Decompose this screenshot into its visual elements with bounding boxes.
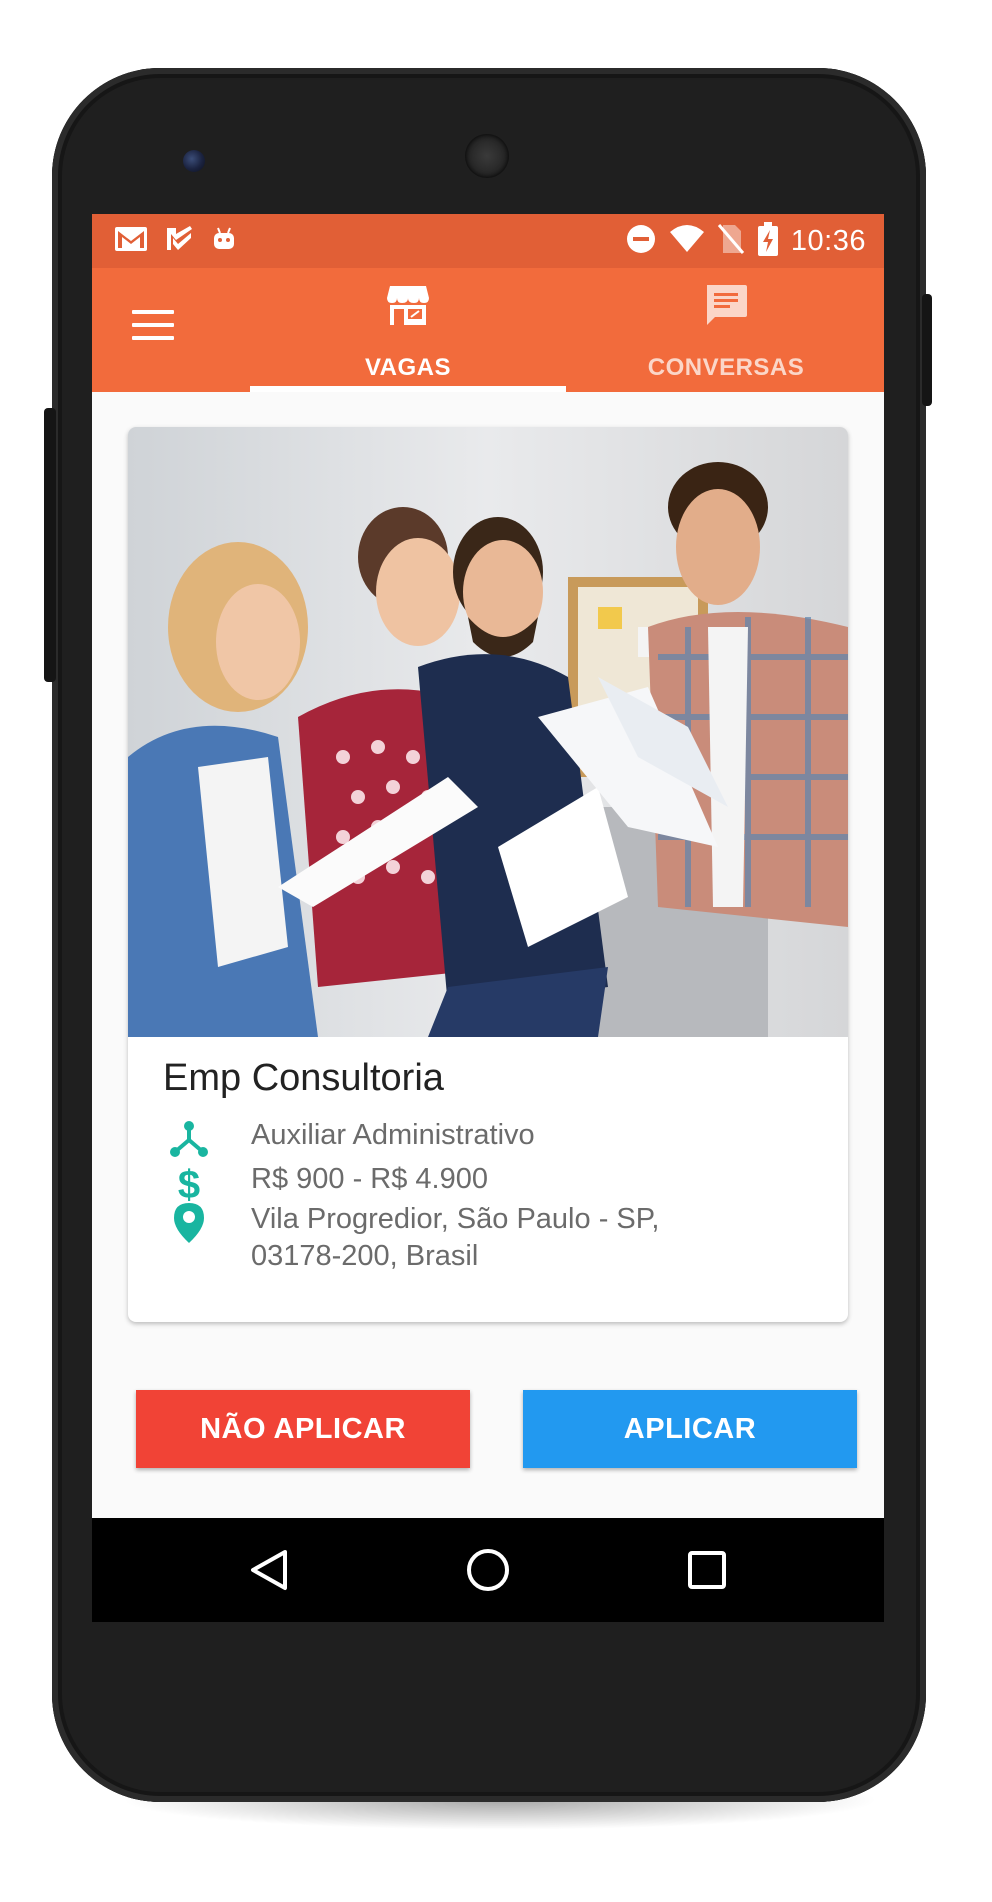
do-not-disturb-icon — [625, 223, 657, 260]
address-line-2: 03178-200, Brasil — [251, 1240, 479, 1272]
svg-text:$: $ — [178, 1163, 200, 1204]
address-line-1: Vila Progredior, São Paulo - SP, — [251, 1203, 660, 1235]
wifi-icon — [669, 224, 705, 259]
hierarchy-icon — [163, 1117, 215, 1161]
hamburger-menu-icon[interactable] — [132, 310, 174, 344]
location-pin-icon — [163, 1201, 215, 1245]
team-meeting-photo — [128, 427, 848, 1037]
no-sim-icon — [717, 223, 745, 260]
dollar-icon: $ — [163, 1161, 215, 1205]
android-icon — [210, 225, 238, 258]
battery-charging-icon — [757, 222, 779, 261]
tab-vagas-label: VAGAS — [364, 354, 452, 381]
reject-button[interactable]: NÃO APLICAR — [136, 1390, 470, 1468]
salary-row: $ R$ 900 - R$ 4.900 — [163, 1161, 488, 1205]
tab-conversas[interactable]: CONVERSAS — [568, 268, 884, 392]
company-name: Emp Consultoria — [163, 1057, 444, 1099]
address-row: Vila Progredior, São Paulo - SP, 03178-2… — [163, 1201, 659, 1272]
system-nav-bar — [92, 1518, 884, 1622]
front-camera — [183, 150, 205, 172]
address: Vila Progredior, São Paulo - SP, 03178-2… — [251, 1201, 659, 1275]
gmail-icon — [114, 226, 148, 257]
recents-icon[interactable] — [677, 1540, 737, 1600]
earpiece-speaker — [465, 134, 509, 178]
back-icon[interactable] — [239, 1540, 299, 1600]
job-card[interactable]: Emp Consultoria Auxiliar Administrativo … — [128, 427, 848, 1322]
tab-vagas[interactable]: VAGAS — [250, 268, 566, 392]
volume-button — [44, 408, 56, 682]
salary-range: R$ 900 - R$ 4.900 — [251, 1163, 488, 1195]
home-icon[interactable] — [458, 1540, 518, 1600]
clock: 10:36 — [790, 225, 866, 257]
status-bar: 10:36 — [92, 214, 884, 268]
screen: 10:36 VAGAS CONVERSAS Emp Consultoria Au… — [92, 214, 884, 1622]
power-button — [922, 294, 932, 406]
app-bar: VAGAS CONVERSAS — [92, 268, 884, 392]
storefront-icon — [385, 282, 431, 333]
position-row: Auxiliar Administrativo — [163, 1117, 535, 1161]
task-check-icon — [164, 224, 194, 259]
active-tab-indicator — [250, 386, 566, 392]
tab-conversas-label: CONVERSAS — [647, 354, 805, 381]
chat-icon — [703, 282, 749, 333]
apply-button[interactable]: APLICAR — [523, 1390, 857, 1468]
job-title: Auxiliar Administrativo — [251, 1119, 535, 1151]
